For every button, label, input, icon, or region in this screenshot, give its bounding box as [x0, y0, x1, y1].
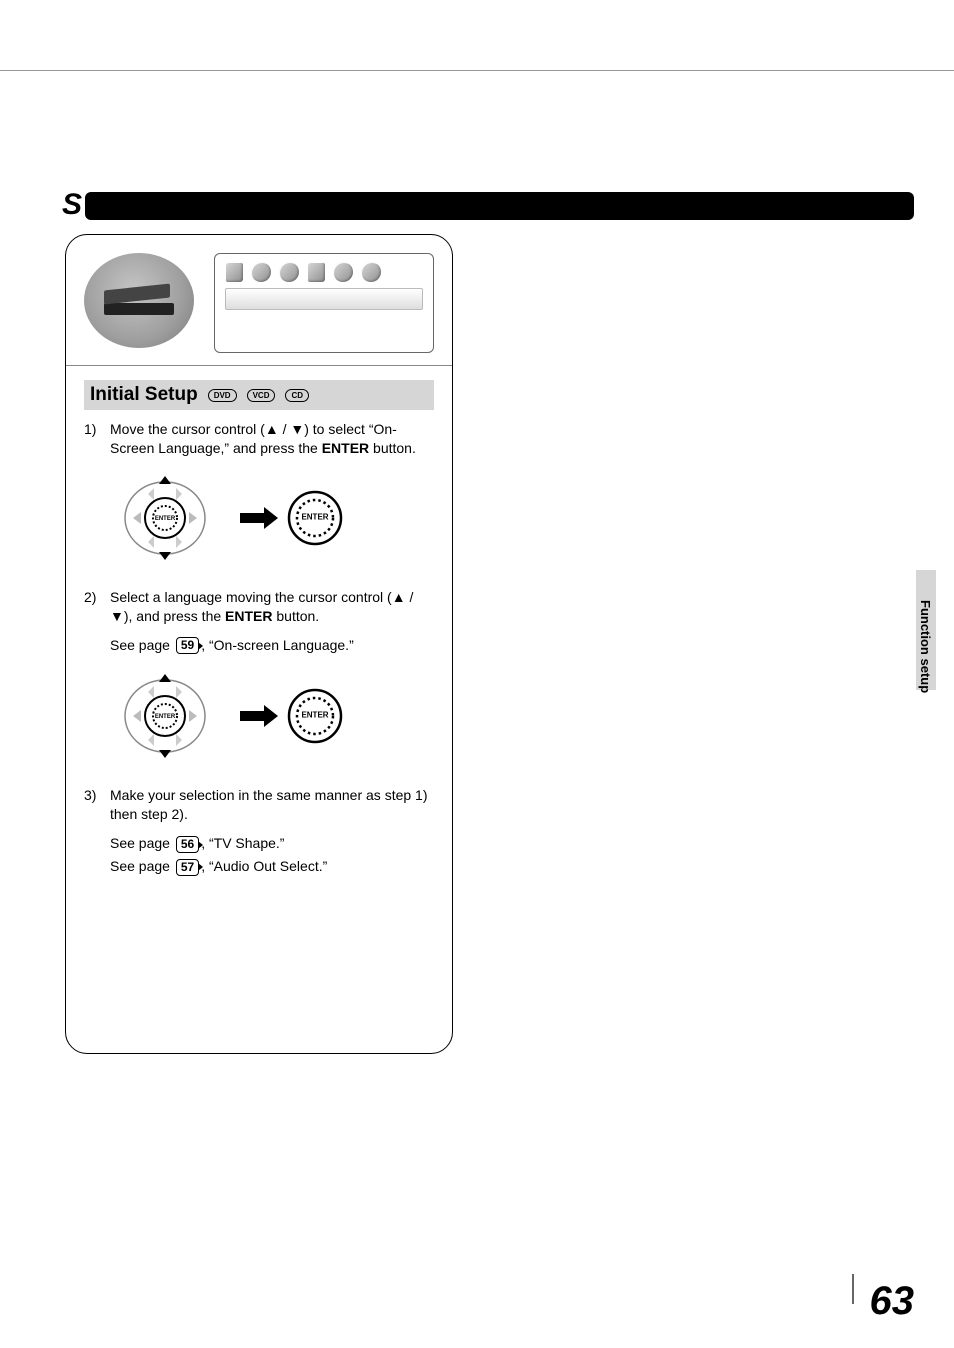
page-ref-59: 59 [176, 637, 199, 654]
step-3: 3) Make your selection in the same manne… [84, 786, 434, 824]
header-rule [0, 70, 954, 71]
cursor-pad-icon: ENTER [110, 666, 220, 766]
arrow-right-icon [240, 711, 266, 721]
enter-word: ENTER [322, 440, 369, 456]
step-number: 3) [84, 786, 102, 824]
diagram-step-1: ENTER ENTER [110, 468, 434, 568]
enter-button-icon: ENTER [286, 687, 344, 745]
step-3-ref-1: See page 56, “TV Shape.” [110, 834, 434, 853]
disc-badge-cd: CD [285, 389, 309, 402]
step-number: 2) [84, 588, 102, 626]
arrow-right-icon [240, 513, 266, 523]
page-rule [852, 1274, 854, 1304]
step-2: 2) Select a language moving the cursor c… [84, 588, 434, 626]
step-2-ref: See page 59, “On-screen Language.” [110, 636, 434, 655]
svg-text:ENTER: ENTER [155, 714, 176, 720]
section-heading: Initial Setup DVD VCD CD [84, 380, 434, 410]
step-1: 1) Move the cursor control (▲ / ▼) to se… [84, 420, 434, 458]
section-title: Initial Setup [90, 384, 198, 406]
player-illustration [84, 253, 194, 348]
page-number: 63 [870, 1279, 915, 1324]
down-glyph: ▼ [110, 608, 124, 624]
cursor-pad-icon: ENTER [110, 468, 220, 568]
steps: 1) Move the cursor control (▲ / ▼) to se… [66, 420, 452, 876]
step-3-ref-2: See page 57, “Audio Out Select.” [110, 857, 434, 876]
side-section-label: Function setup [918, 600, 933, 693]
osd-icon [251, 262, 271, 282]
enter-button-icon: ENTER [286, 489, 344, 547]
osd-icon [279, 262, 299, 282]
title-bar [85, 192, 914, 220]
diagram-step-2: ENTER ENTER [110, 666, 434, 766]
figure-row [66, 235, 452, 365]
enter-label: ENTER [301, 512, 328, 523]
down-glyph: ▼ [290, 421, 304, 437]
disc-badge-vcd: VCD [247, 389, 276, 402]
osd-icon [361, 262, 381, 282]
osd-icon-row [225, 262, 423, 282]
step-text: Make your selection in the same manner a… [110, 786, 434, 824]
step-number: 1) [84, 420, 102, 458]
step-text: Move the cursor control (▲ / ▼) to selec… [110, 420, 434, 458]
disc-badge-dvd: DVD [208, 389, 237, 402]
enter-label: ENTER [301, 711, 328, 722]
enter-word: ENTER [225, 608, 272, 624]
up-glyph: ▲ [392, 589, 406, 605]
osd-icon [225, 262, 243, 282]
svg-text:ENTER: ENTER [155, 516, 176, 522]
osd-icon [307, 262, 325, 282]
dvd-player-icon [104, 287, 174, 315]
content-panel: Initial Setup DVD VCD CD 1) Move the cur… [65, 234, 453, 1054]
page-ref-56: 56 [176, 836, 199, 853]
osd-highlight-bar [225, 288, 423, 310]
step-text: Select a language moving the cursor cont… [110, 588, 434, 626]
osd-icon [333, 262, 353, 282]
title-initial: S [62, 188, 82, 222]
page-ref-57: 57 [176, 859, 199, 876]
tv-screen-illustration [214, 253, 434, 353]
up-glyph: ▲ [265, 421, 279, 437]
divider [66, 365, 452, 366]
